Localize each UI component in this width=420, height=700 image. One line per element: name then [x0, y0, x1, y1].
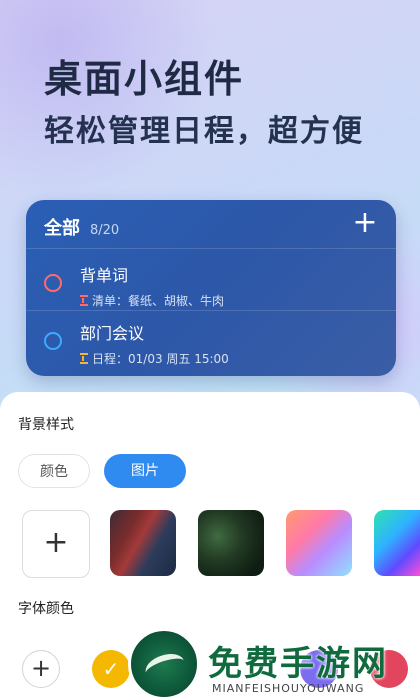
checkmark-icon: ✓ [102, 657, 120, 681]
divider [26, 310, 396, 311]
divider [26, 248, 396, 249]
todo-widget[interactable]: 全部 8/20 + 背单词 清单：餐纸、胡椒、牛肉 部门会议 日程：01/03 … [26, 200, 396, 376]
task-title: 背单词 [80, 266, 129, 285]
widget-header: 全部 8/20 [44, 214, 119, 240]
task-checkbox[interactable] [44, 332, 62, 350]
task-title: 部门会议 [80, 324, 145, 343]
watermark-subtitle: MIANFEISHOUYOUWANG [212, 682, 365, 695]
task-meta-text: 日程：01/03 周五 15:00 [92, 352, 229, 366]
task-item[interactable]: 部门会议 日程：01/03 周五 15:00 [44, 320, 229, 367]
watermark-title: 免费手游网 [208, 644, 388, 684]
task-meta-text: 清单：餐纸、胡椒、牛肉 [92, 294, 225, 308]
add-background-button[interactable]: + [22, 510, 90, 578]
task-item[interactable]: 背单词 清单：餐纸、胡椒、牛肉 [44, 262, 224, 309]
hero-subheadline: 轻松管理日程，超方便 [44, 114, 364, 149]
font-color-title: 字体颜色 [18, 601, 74, 617]
task-meta: 清单：餐纸、胡椒、牛肉 [80, 292, 224, 309]
hero-headline: 桌面小组件 [44, 57, 245, 101]
task-meta: 日程：01/03 周五 15:00 [80, 350, 229, 367]
widget-count: 8/20 [90, 223, 120, 238]
list-icon [80, 295, 88, 306]
watermark: 免费手游网 MIANFEISHOUYOUWANG [128, 628, 420, 700]
plus-icon[interactable]: + [352, 208, 378, 238]
background-style-title: 背景样式 [18, 417, 74, 433]
color-swatch-selected[interactable]: ✓ [92, 650, 130, 688]
background-thumbnail[interactable] [198, 510, 264, 576]
background-thumbnail[interactable] [374, 510, 420, 576]
widget-title: 全部 [44, 218, 80, 239]
add-color-button[interactable]: + [22, 650, 60, 688]
watermark-logo-icon [128, 628, 200, 700]
calendar-icon [80, 353, 88, 364]
background-thumbnail[interactable] [110, 510, 176, 576]
segment-color[interactable]: 颜色 [18, 454, 90, 488]
background-thumbnail[interactable] [286, 510, 352, 576]
segment-image[interactable]: 图片 [104, 454, 186, 488]
task-checkbox[interactable] [44, 274, 62, 292]
